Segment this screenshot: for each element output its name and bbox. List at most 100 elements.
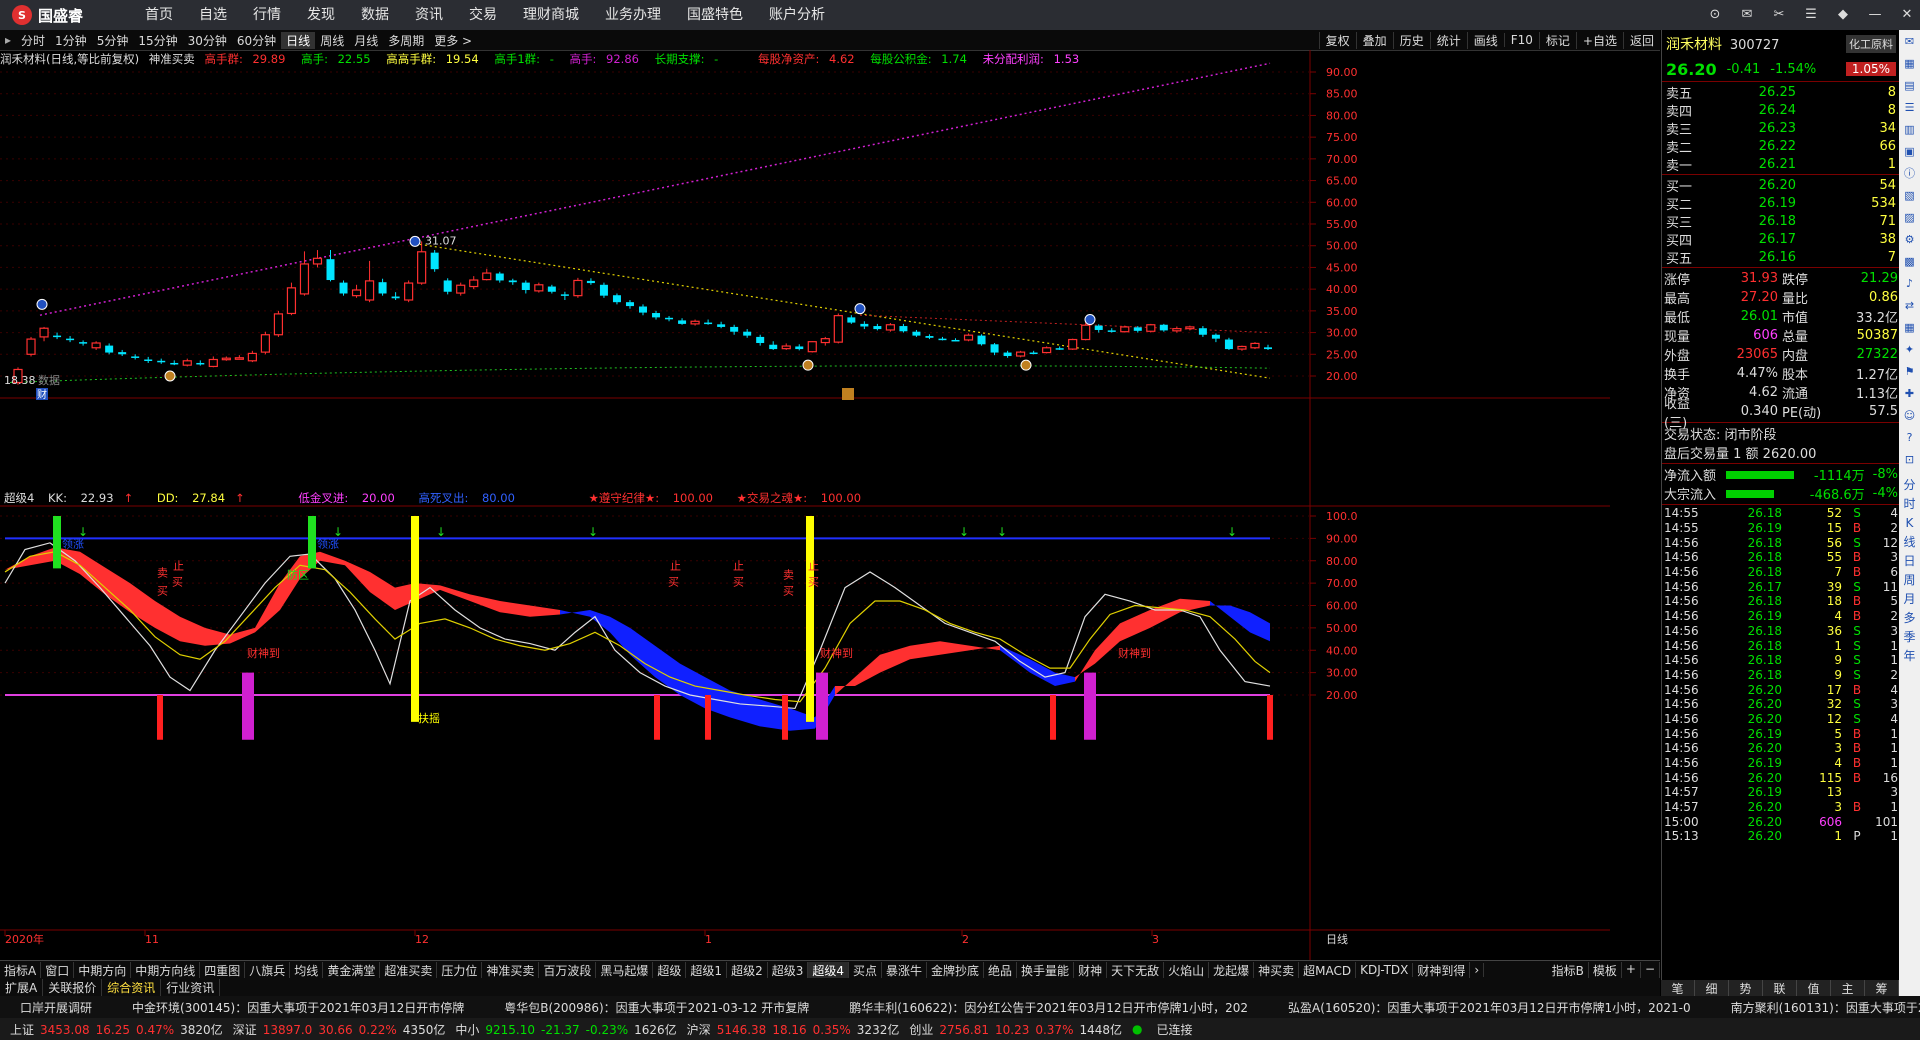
calc-icon[interactable]: ▧	[1901, 186, 1919, 206]
index-1[interactable]: 深证 13897.0 30.66 0.22% 4350亿	[233, 1021, 446, 1038]
period-0[interactable]: 分时	[16, 32, 50, 49]
chart-tool-8[interactable]: 返回	[1622, 31, 1660, 49]
info-tab-0[interactable]: 扩展A	[0, 978, 44, 996]
news-ticker[interactable]: 口岸开展调研 中金环境(300145)：因重大事项于2021年03月12日开市停牌…	[0, 996, 1920, 1018]
period-8[interactable]: 月线	[349, 32, 383, 49]
info-icon[interactable]: ⓘ	[1901, 164, 1919, 184]
tool-icon[interactable]: ✚	[1901, 384, 1919, 404]
indicator-tab-26[interactable]: 龙起爆	[1209, 961, 1255, 979]
info-tab-2[interactable]: 综合资讯	[102, 978, 162, 996]
book-icon[interactable]: ▦	[1901, 318, 1919, 338]
mail-icon[interactable]: ✉	[1734, 4, 1760, 26]
indicator-tab-16[interactable]: 超级3	[768, 961, 809, 979]
message-icon[interactable]: ⊙	[1702, 4, 1728, 26]
chart-icon[interactable]: ▥	[1901, 120, 1919, 140]
quote-tab-5[interactable]: 主	[1831, 980, 1865, 996]
indicator-tab-19[interactable]: 暴涨牛	[882, 961, 928, 979]
menu-item-1[interactable]: 自选	[186, 0, 240, 30]
side-tab-7[interactable]: 多	[1903, 609, 1915, 628]
app-logo[interactable]: S 国盛睿	[0, 0, 132, 30]
indicator-tab-20[interactable]: 金牌抄底	[927, 961, 985, 979]
indicator-tab-24[interactable]: 天下无敌	[1107, 961, 1165, 979]
ticker-news-1[interactable]: 中金环境(300145)：因重大事项于2021年03月12日开市停牌	[112, 999, 484, 1016]
side-tab-5[interactable]: 周	[1903, 571, 1915, 590]
user-icon[interactable]: ☺	[1901, 406, 1919, 426]
bell-icon[interactable]: ♪	[1901, 274, 1919, 294]
menu-item-9[interactable]: 国盛特色	[674, 0, 756, 30]
link-icon[interactable]: ⇄	[1901, 296, 1919, 316]
indicator-tab-28[interactable]: 超MACD	[1299, 961, 1357, 979]
list-icon[interactable]: ☰	[1901, 98, 1919, 118]
sub-indicator-name[interactable]: 超级4	[4, 491, 34, 505]
indicator-name[interactable]: 神准买卖	[149, 52, 195, 66]
quote-tab-0[interactable]: 笔	[1661, 980, 1695, 996]
quote-tab-2[interactable]: 势	[1729, 980, 1763, 996]
indicator-tab-21[interactable]: 绝品	[984, 961, 1018, 979]
period-7[interactable]: 周线	[315, 32, 349, 49]
cut-icon[interactable]: ✂	[1766, 4, 1792, 26]
menu-item-8[interactable]: 业务办理	[592, 0, 674, 30]
ticker-news-0[interactable]: 口岸开展调研	[0, 999, 112, 1016]
indicator-tab-3[interactable]: 中期方向线	[131, 961, 201, 979]
menu-item-2[interactable]: 行情	[240, 0, 294, 30]
indicator-tab-22[interactable]: 换手量能	[1017, 961, 1075, 979]
indicator-tab-5[interactable]: 八旗兵	[245, 961, 291, 979]
trade-list[interactable]: 14:55 26.18 52 S 4 14:55 26.19 15 B 2 14:56 26.18 56…	[1662, 506, 1900, 844]
indicator-tab-9[interactable]: 压力位	[437, 961, 483, 979]
skin-icon[interactable]: ◆	[1830, 4, 1856, 26]
chart-tool-2[interactable]: 历史	[1392, 31, 1430, 49]
side-tab-6[interactable]: 月	[1903, 590, 1915, 609]
indicator-tab-15[interactable]: 超级2	[727, 961, 768, 979]
side-tab-0[interactable]: 分	[1903, 476, 1915, 495]
news-icon[interactable]: ▩	[1901, 252, 1919, 272]
star-icon[interactable]: ✦	[1901, 340, 1919, 360]
indicator-tab-1[interactable]: 窗口	[41, 961, 75, 979]
period-5[interactable]: 60分钟	[232, 32, 281, 49]
side-tab-9[interactable]: 年	[1903, 647, 1915, 666]
indicator-tab-right-0[interactable]: 指标B	[1548, 961, 1589, 979]
period-9[interactable]: 多周期	[383, 32, 429, 49]
grid-icon[interactable]: ▦	[1901, 54, 1919, 74]
indicator-tab-0[interactable]: 指标A	[0, 961, 42, 979]
period-4[interactable]: 30分钟	[183, 32, 232, 49]
side-tab-8[interactable]: 季	[1903, 628, 1915, 647]
menu-item-7[interactable]: 理财商城	[510, 0, 592, 30]
indicator-tab-right-2[interactable]: +	[1622, 961, 1641, 979]
menu-icon[interactable]: ☰	[1798, 4, 1824, 26]
side-tab-1[interactable]: 时	[1903, 495, 1915, 514]
indicator-tab-4[interactable]: 四重图	[200, 961, 246, 979]
indicator-tab-right-3[interactable]: −	[1641, 961, 1660, 979]
quote-tab-4[interactable]: 值	[1797, 980, 1831, 996]
ticker-news-4[interactable]: 弘盈A(160520)：因重大事项于2021年03月12日开市停牌1小时，202…	[1268, 999, 1711, 1016]
indicator-tab-18[interactable]: 买点	[849, 961, 882, 979]
flag-icon[interactable]: ⚑	[1901, 362, 1919, 382]
index-3[interactable]: 沪深 5146.38 18.16 0.35% 3232亿	[687, 1021, 900, 1038]
menu-item-0[interactable]: 首页	[132, 0, 186, 30]
menu-item-10[interactable]: 账户分析	[756, 0, 838, 30]
indicator-tab-12[interactable]: 黑马起爆	[596, 961, 654, 979]
minimize-icon[interactable]: —	[1862, 4, 1888, 26]
indicator-tab-30[interactable]: 财神到得	[1413, 961, 1471, 979]
kline-chart[interactable]: 90.00 85.00 80.00 75.00 70.00 65.00 60.00 55.00…	[0, 50, 1610, 490]
ticker-news-3[interactable]: 鹏华丰利(160622)：因分红公告于2021年03月12日开市停牌1小时，20…	[829, 999, 1268, 1016]
table-icon[interactable]: ▣	[1901, 142, 1919, 162]
chart-tool-5[interactable]: F10	[1503, 33, 1539, 47]
period-3[interactable]: 15分钟	[133, 32, 182, 49]
period-2[interactable]: 5分钟	[92, 32, 134, 49]
indicator-tab-8[interactable]: 超准买卖	[380, 961, 438, 979]
quote-tab-1[interactable]: 细	[1695, 980, 1729, 996]
indicator-tab-11[interactable]: 百万波段	[539, 961, 597, 979]
industry-badge[interactable]: 化工原料	[1846, 35, 1896, 53]
indicator-chart[interactable]: 100.0 90.00 80.00 70.00 60.00 50.00 40.00 30.00…	[0, 490, 1610, 960]
ticker-news-5[interactable]: 南方聚利(160131)：因重大事项于2021年03月12日开市	[1711, 999, 1920, 1016]
indicator-tab-7[interactable]: 黄金满堂	[323, 961, 381, 979]
indicator-tab-2[interactable]: 中期方向	[74, 961, 132, 979]
menu-item-6[interactable]: 交易	[456, 0, 510, 30]
period-10[interactable]: 更多 >	[429, 32, 477, 49]
settings-icon[interactable]: ⚙	[1901, 230, 1919, 250]
chart-tool-4[interactable]: 画线	[1466, 31, 1504, 49]
side-tab-3[interactable]: 线	[1903, 533, 1915, 552]
index-4[interactable]: 创业 2756.81 10.23 0.37% 1448亿	[909, 1021, 1122, 1038]
bars-icon[interactable]: ▤	[1901, 76, 1919, 96]
chart-tool-1[interactable]: 叠加	[1355, 31, 1393, 49]
